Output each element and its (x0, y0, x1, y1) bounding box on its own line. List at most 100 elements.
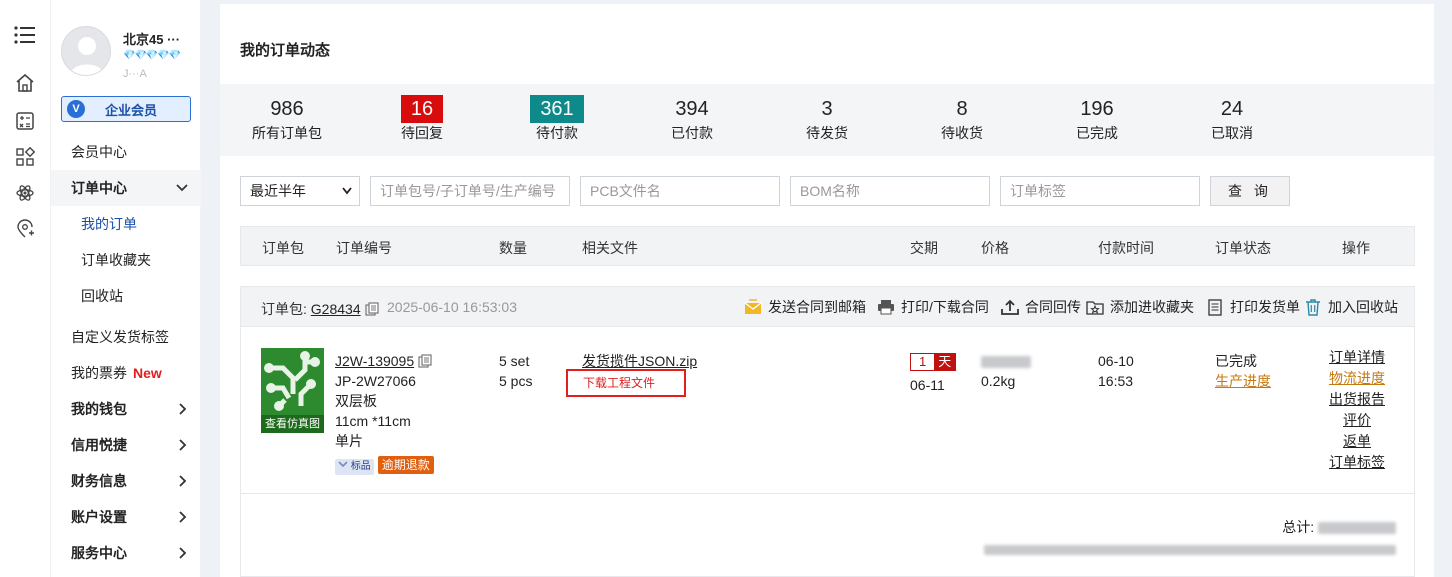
order-total: 总计: (1282, 517, 1396, 537)
avatar[interactable] (61, 26, 111, 76)
chevron-right-icon (179, 475, 187, 487)
order-actions: 订单详情 物流进度 出货报告 评价 返单 订单标签 (1327, 347, 1387, 473)
col-delivery: 交期 (910, 240, 938, 256)
atom-icon[interactable] (14, 182, 36, 204)
stat-label: 已取消 (1211, 125, 1253, 141)
icon-rail (0, 0, 50, 577)
order-number-input[interactable]: 订单包号/子订单号/生产编号 (370, 176, 570, 206)
shipment-report-link[interactable]: 出货报告 (1327, 389, 1387, 410)
menu-custom-label[interactable]: 自定义发货标签 (71, 327, 189, 347)
page-title: 我的订单动态 (240, 42, 331, 59)
stat-num: 196 (1080, 98, 1114, 120)
calculator-icon[interactable] (14, 110, 36, 132)
order-package: 订单包: G28434 2025-06-10 16:53:03 发送合同到邮箱 … (240, 286, 1415, 577)
order-number-link[interactable]: J2W-139095 (335, 353, 414, 369)
menu-finance-label: 财务信息 (71, 473, 127, 489)
order-tag-link[interactable]: 订单标签 (1327, 452, 1387, 473)
query-button[interactable]: 查 询 (1210, 176, 1290, 206)
col-price: 价格 (981, 240, 1009, 256)
menu-account[interactable]: 账户设置 (71, 507, 189, 527)
package-date: 2025-06-10 16:53:03 (387, 299, 517, 315)
copy-icon[interactable] (418, 354, 432, 368)
menu-my-orders[interactable]: 我的订单 (81, 214, 199, 234)
status-text: 已完成 (1215, 353, 1257, 369)
stat-completed[interactable]: 196 已完成 (1042, 95, 1152, 143)
vip-label: 企业会员 (105, 102, 158, 118)
upload-icon (1001, 298, 1019, 316)
stat-label: 待回复 (401, 125, 443, 141)
menu-finance[interactable]: 财务信息 (71, 471, 189, 491)
menu-wallet[interactable]: 我的钱包 (71, 399, 189, 419)
qty-pcs: 5 pcs (499, 373, 533, 389)
contract-return-button[interactable]: 合同回传 (1001, 297, 1081, 317)
overdue-refund-tag: 逾期退款 (377, 456, 434, 474)
user-level-diamonds: 💎💎💎💎💎 (123, 50, 181, 61)
pcb-filename-input[interactable]: PCB文件名 (580, 176, 780, 206)
col-quantity: 数量 (499, 240, 527, 256)
package-number: 订单包: G28434 (261, 299, 379, 319)
bom-name-input[interactable]: BOM名称 (790, 176, 990, 206)
order-detail-link[interactable]: 订单详情 (1327, 347, 1387, 368)
stat-cancelled[interactable]: 24 已取消 (1177, 95, 1287, 143)
stat-awaiting-receipt[interactable]: 8 待收货 (907, 95, 1017, 143)
stat-label: 所有订单包 (252, 125, 322, 141)
production-progress-link[interactable]: 生产进度 (1215, 371, 1271, 391)
pcb-thumbnail[interactable]: 查看仿真图 (261, 348, 324, 433)
logistics-link[interactable]: 物流进度 (1327, 368, 1387, 389)
menu-credit[interactable]: 信用悦捷 (71, 435, 189, 455)
add-favorites-button[interactable]: 添加进收藏夹 (1086, 297, 1194, 317)
stat-awaiting-shipment[interactable]: 3 待发货 (772, 95, 882, 143)
chevron-down-icon (338, 461, 348, 468)
print-contract-button[interactable]: 打印/下载合同 (877, 297, 989, 317)
col-package: 订单包 (262, 240, 304, 256)
menu-my-tickets[interactable]: 我的票券 New (71, 363, 189, 383)
price: 0.2kg (981, 351, 1031, 391)
chevron-right-icon (179, 547, 187, 559)
pay-date: 06-10 (1098, 353, 1134, 369)
apps-icon[interactable] (14, 146, 36, 168)
package-link[interactable]: G28434 (311, 301, 361, 317)
period-select[interactable]: 最近半年 (240, 176, 360, 206)
copy-icon[interactable] (364, 302, 379, 316)
stat-awaiting-payment[interactable]: 361 待付款 (502, 95, 612, 143)
home-icon[interactable] (14, 72, 36, 94)
print-shipping-button[interactable]: 打印发货单 (1206, 297, 1300, 317)
move-to-recycle-button[interactable]: 加入回收站 (1304, 297, 1398, 317)
location-add-icon[interactable] (14, 218, 36, 240)
menu-order-center[interactable]: 订单中心 (71, 178, 189, 198)
col-files: 相关文件 (582, 240, 638, 256)
total-label: 总计: (1282, 519, 1315, 535)
menu-icon[interactable] (14, 24, 36, 46)
order-status: 已完成 生产进度 (1215, 351, 1271, 391)
reorder-link[interactable]: 返单 (1327, 431, 1387, 452)
download-project-button[interactable]: 下载工程文件 (566, 369, 686, 397)
vip-icon: V (67, 100, 85, 118)
enterprise-member-badge[interactable]: V 企业会员 (61, 96, 191, 122)
main-panel: 我的订单动态 986 所有订单包 16 待回复 361 待付款 394 已付款 3 待发货… (220, 4, 1434, 577)
chevron-down-icon (342, 187, 352, 195)
stat-label: 待付款 (536, 125, 578, 141)
stat-awaiting-reply[interactable]: 16 待回复 (367, 95, 477, 143)
delivery: 1天 06-11 (910, 351, 957, 395)
chevron-right-icon (179, 403, 187, 415)
table-header: 订单包 订单编号 数量 相关文件 交期 价格 付款时间 订单状态 操作 (240, 226, 1415, 266)
menu-recycle-bin[interactable]: 回收站 (81, 286, 199, 306)
package-label: 订单包: (261, 301, 307, 317)
stat-label: 已付款 (671, 125, 713, 141)
menu-order-favorites[interactable]: 订单收藏夹 (81, 250, 199, 270)
stat-all[interactable]: 986 所有订单包 (232, 95, 342, 143)
menu-member-center[interactable]: 会员中心 (71, 142, 189, 162)
menu-my-tickets-label: 我的票券 (71, 365, 127, 381)
col-order-no: 订单编号 (336, 240, 392, 256)
review-link[interactable]: 评价 (1327, 410, 1387, 431)
file-link[interactable]: 发货揽件JSON.zip (582, 353, 697, 369)
order-tag-input[interactable]: 订单标签 (1000, 176, 1200, 206)
order-stats: 986 所有订单包 16 待回复 361 待付款 394 已付款 3 待发货 8 待收货 1… (220, 84, 1434, 156)
order-package-header: 订单包: G28434 2025-06-10 16:53:03 发送合同到邮箱 … (241, 287, 1414, 327)
lead-time-unit: 天 (934, 354, 956, 370)
user-name: 北京45 ··· (123, 32, 181, 47)
stat-label: 已完成 (1076, 125, 1118, 141)
menu-service[interactable]: 服务中心 (71, 543, 189, 563)
stat-paid[interactable]: 394 已付款 (637, 95, 747, 143)
send-contract-email-button[interactable]: 发送合同到邮箱 (744, 297, 866, 317)
